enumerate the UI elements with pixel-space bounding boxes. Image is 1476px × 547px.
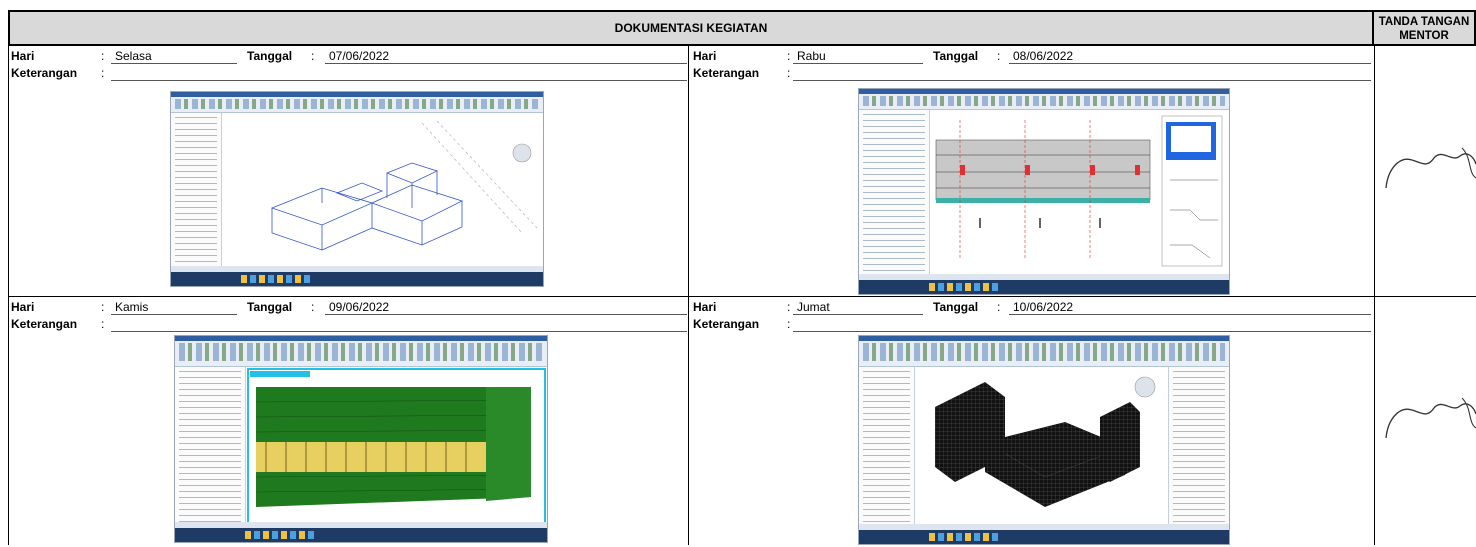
mentor-signature-icon <box>1382 128 1476 198</box>
colon: : <box>787 300 791 314</box>
project-browser <box>175 367 246 528</box>
header-signature-line2: MENTOR <box>1399 30 1449 42</box>
tanggal-value: 09/06/2022 <box>329 300 390 314</box>
wireframe-model <box>270 120 538 251</box>
viewport <box>930 110 1229 280</box>
colon: : <box>311 300 315 314</box>
hari-value: Kamis <box>115 300 149 314</box>
screenshot-image <box>858 335 1230 545</box>
mentor-signature-icon <box>1382 378 1476 448</box>
ribbon <box>859 89 1229 110</box>
tanggal-value: 07/06/2022 <box>329 49 390 63</box>
colon: : <box>101 300 105 314</box>
underline <box>325 63 687 64</box>
header-signature-line1: TANDA TANGAN <box>1378 16 1470 28</box>
underline <box>325 314 687 315</box>
colon: : <box>787 66 791 80</box>
tanggal-label: Tanggal <box>247 49 293 63</box>
viewport <box>222 113 543 272</box>
ribbon <box>175 336 547 367</box>
section-drawing <box>935 115 1223 267</box>
screenshot-image <box>858 88 1230 295</box>
documentation-sheet: DOKUMENTASI KEGIATAN TANDA TANGAN MENTOR… <box>8 0 1476 545</box>
facade-model <box>246 367 547 528</box>
hari-label: Hari <box>11 49 35 63</box>
screenshot-image <box>174 335 548 543</box>
underline <box>111 63 237 64</box>
entry-keterangan-row: Keterangan : <box>693 65 1373 81</box>
keterangan-label: Keterangan <box>693 317 760 331</box>
hari-label: Hari <box>693 300 717 314</box>
tanggal-label: Tanggal <box>933 300 979 314</box>
hari-value: Selasa <box>115 49 152 63</box>
screenshot-image <box>170 91 544 287</box>
underline <box>793 63 923 64</box>
properties-panel <box>1168 367 1229 530</box>
project-browser <box>171 113 222 272</box>
underline <box>111 80 687 81</box>
viewport <box>246 367 547 528</box>
tanggal-value: 08/06/2022 <box>1013 49 1074 63</box>
colon: : <box>101 49 105 63</box>
entry-keterangan-row: Keterangan : <box>693 316 1373 332</box>
colon: : <box>787 49 791 63</box>
entry-keterangan-row: Keterangan : <box>11 316 687 332</box>
ribbon <box>171 92 543 113</box>
underline <box>111 331 687 332</box>
underline <box>1009 314 1371 315</box>
taskbar <box>859 280 1229 294</box>
colon: : <box>787 317 791 331</box>
taskbar <box>171 272 543 286</box>
underline <box>793 331 1371 332</box>
colon: : <box>997 300 1001 314</box>
underline <box>1009 63 1371 64</box>
taskbar <box>175 528 547 542</box>
entry-3: Hari : Kamis Tanggal : 09/06/2022 Ketera… <box>9 297 687 547</box>
project-browser <box>859 110 930 280</box>
colon: : <box>101 317 105 331</box>
hari-value: Jumat <box>797 300 830 314</box>
3d-frame-model <box>935 376 1156 507</box>
entry-1: Hari : Selasa Tanggal : 07/06/2022 Keter… <box>9 46 687 296</box>
underline <box>793 80 1371 81</box>
entry-hari-row: Hari : Jumat Tanggal : 10/06/2022 <box>693 299 1373 315</box>
entry-2: Hari : Rabu Tanggal : 08/06/2022 Keteran… <box>691 46 1371 296</box>
keterangan-label: Keterangan <box>11 66 78 80</box>
colon: : <box>997 49 1001 63</box>
underline <box>793 314 923 315</box>
entry-keterangan-row: Keterangan : <box>11 65 687 81</box>
taskbar <box>859 530 1229 544</box>
viewport <box>915 367 1169 530</box>
hari-label: Hari <box>693 49 717 63</box>
keterangan-label: Keterangan <box>693 66 760 80</box>
tanggal-label: Tanggal <box>247 300 293 314</box>
entry-hari-row: Hari : Selasa Tanggal : 07/06/2022 <box>11 48 687 64</box>
entry-4: Hari : Jumat Tanggal : 10/06/2022 Ketera… <box>691 297 1371 547</box>
entry-hari-row: Hari : Kamis Tanggal : 09/06/2022 <box>11 299 687 315</box>
tanggal-value: 10/06/2022 <box>1013 300 1074 314</box>
header-signature: TANDA TANGAN MENTOR <box>1374 10 1476 46</box>
underline <box>111 314 237 315</box>
tanggal-label: Tanggal <box>933 49 979 63</box>
colon: : <box>101 66 105 80</box>
ribbon <box>859 336 1229 367</box>
colon: : <box>311 49 315 63</box>
keterangan-label: Keterangan <box>11 317 78 331</box>
hari-value: Rabu <box>797 49 826 63</box>
hari-label: Hari <box>11 300 35 314</box>
entry-hari-row: Hari : Rabu Tanggal : 08/06/2022 <box>693 48 1373 64</box>
project-browser <box>859 367 915 530</box>
header-title: DOKUMENTASI KEGIATAN <box>8 10 1374 46</box>
